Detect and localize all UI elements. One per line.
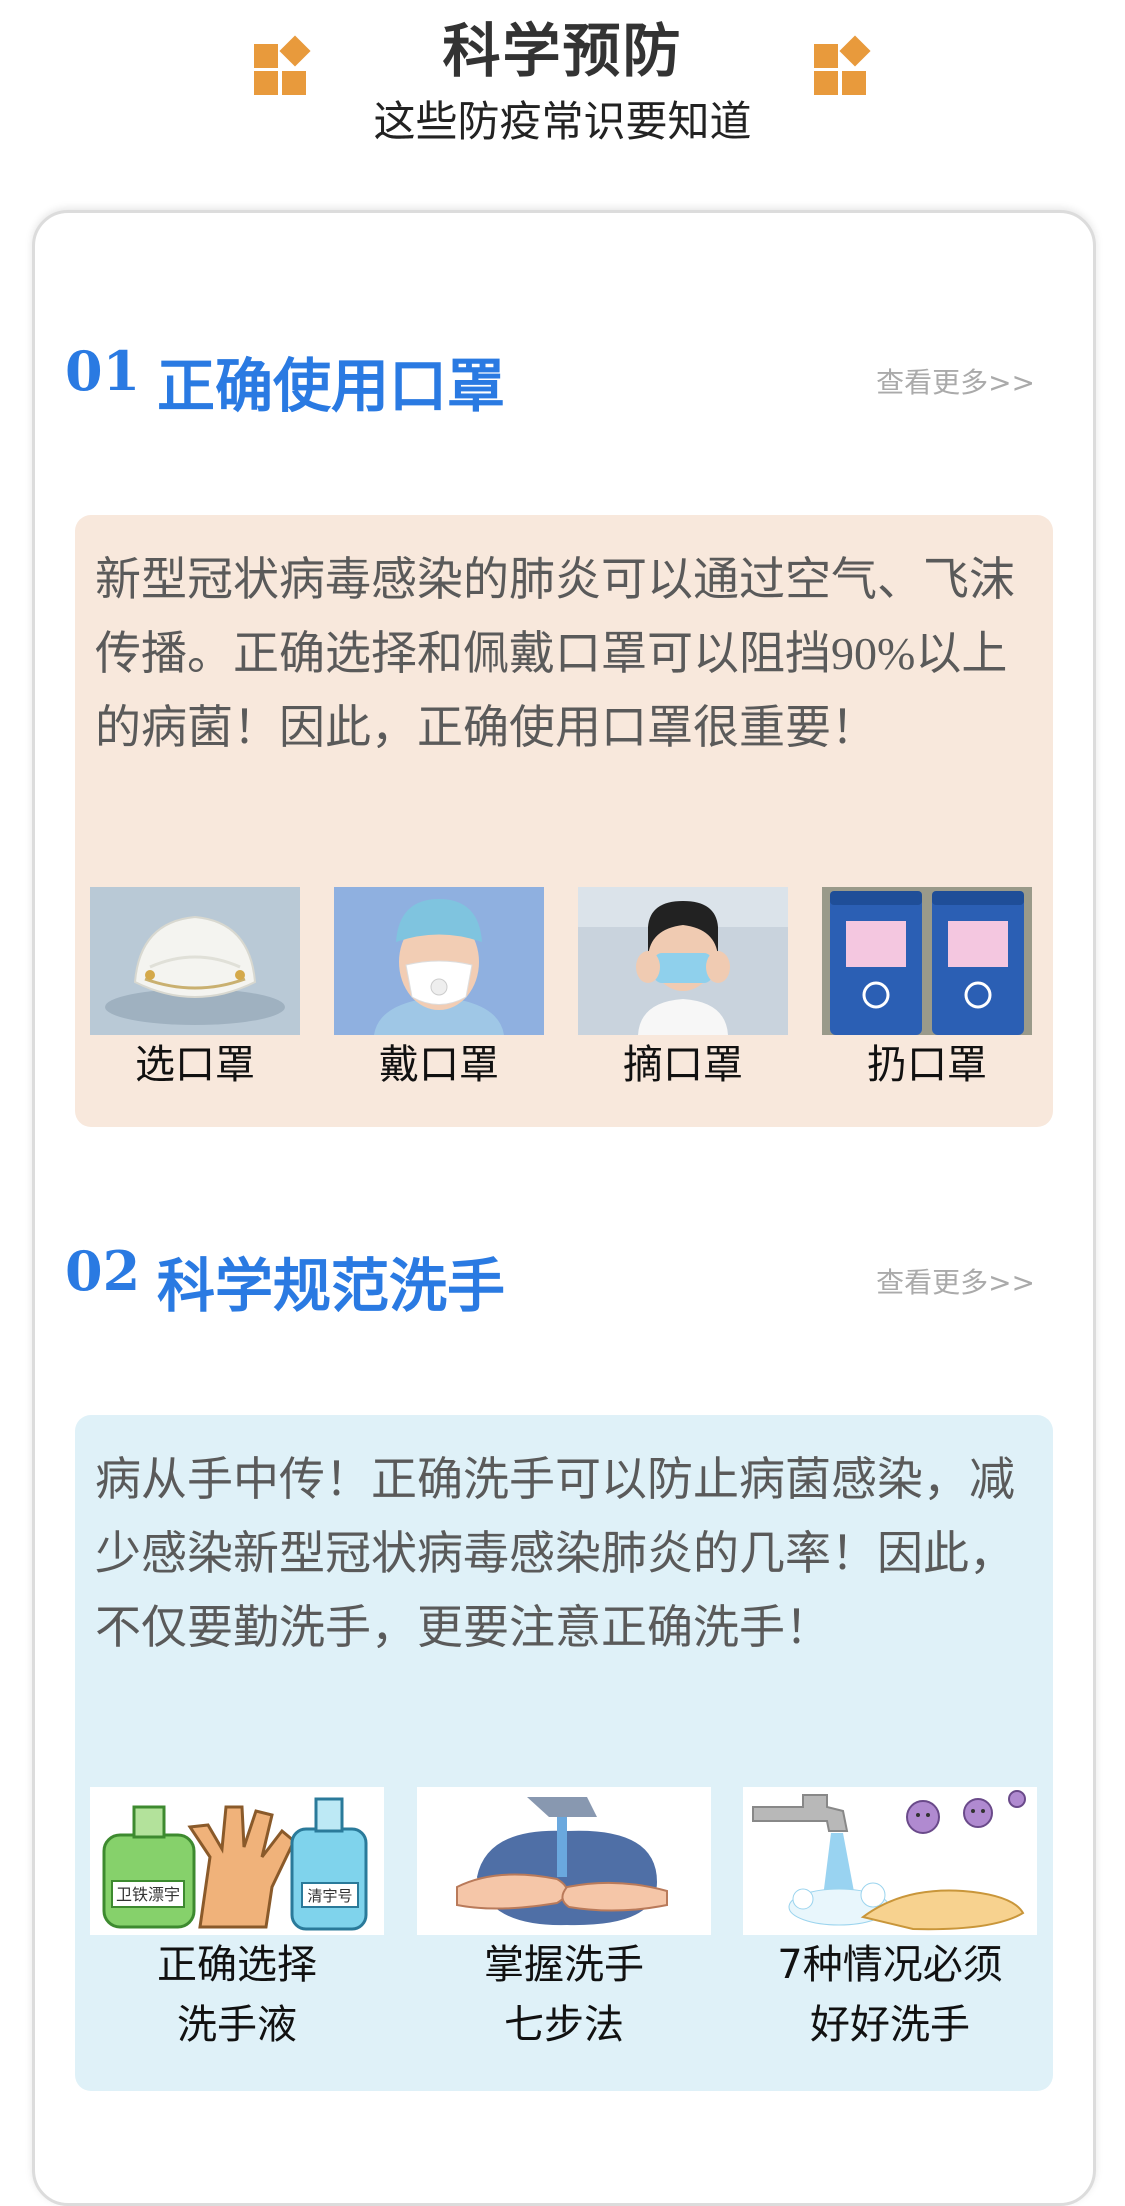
section-heading-handwash: 02 科学规范洗手 查看更多>> (35, 1231, 1093, 1320)
mask-item-remove[interactable]: 摘口罩 (578, 887, 788, 1095)
mask-item-choose[interactable]: 选口罩 (90, 887, 300, 1095)
section-description: 病从手中传！正确洗手可以防止病菌感染，减少感染新型冠状病毒感染肺炎的几率！因此，… (95, 1454, 1015, 1653)
page-subtitle: 这些防疫常识要知道 (373, 97, 752, 146)
mask-item-dispose[interactable]: 扔口罩 (822, 887, 1032, 1095)
hand-sanitizer-illustration-icon: 卫铁漂宇 清宇号 (90, 1787, 384, 1935)
item-label-line2: 洗手液 (177, 2002, 297, 2048)
item-label-line1: 掌握洗手 (484, 1942, 644, 1988)
item-label: 摘口罩 (623, 1042, 743, 1088)
item-label-line1: 正确选择 (157, 1942, 317, 1988)
mask-item-wear[interactable]: 戴口罩 (334, 887, 544, 1095)
section-heading-masks: 01 正确使用口罩 查看更多>> (35, 331, 1093, 420)
info-box-handwash: 病从手中传！正确洗手可以防止病菌感染，减少感染新型冠状病毒感染肺炎的几率！因此，… (75, 1415, 1053, 2091)
item-label-line2: 好好洗手 (810, 2002, 970, 2048)
handwash-item-seven-situations[interactable]: 7种情况必须 好好洗手 (743, 1787, 1037, 2055)
page-header: 科学预防 这些防疫常识要知道 (0, 0, 1125, 200)
page-title: 科学预防 (442, 17, 683, 85)
bottle-label: 清宇号 (307, 1887, 352, 1905)
section-title: 正确使用口罩 (157, 352, 506, 420)
section-description: 新型冠状病毒感染的肺炎可以通过空气、飞沫传播。正确选择和佩戴口罩可以阻挡90%以… (95, 554, 1015, 753)
bottle-label: 卫铁漂宇 (116, 1885, 180, 1904)
content-card: 01 正确使用口罩 查看更多>> 新型冠状病毒感染的肺炎可以通过空气、飞沫传播。… (32, 210, 1096, 2206)
item-label: 扔口罩 (867, 1042, 987, 1088)
section-number: 01 (65, 339, 141, 403)
item-label: 戴口罩 (379, 1042, 499, 1088)
item-label: 选口罩 (135, 1042, 255, 1088)
removing-mask-photo-icon (578, 887, 788, 1035)
n95-mask-photo-icon (90, 887, 300, 1035)
item-label-line2: 七步法 (504, 2002, 624, 2048)
nurse-wearing-mask-photo-icon (334, 887, 544, 1035)
view-more-link[interactable]: 查看更多>> (876, 1261, 1035, 1301)
blocks-decoration-icon (814, 35, 871, 95)
handwash-item-sanitizer[interactable]: 卫铁漂宇 清宇号 正确选择 洗手液 (90, 1787, 384, 2055)
handwash-item-seven-steps[interactable]: 掌握洗手 七步法 (417, 1787, 711, 2055)
washing-hands-illustration-icon (417, 1787, 711, 1935)
info-box-masks: 新型冠状病毒感染的肺炎可以通过空气、飞沫传播。正确选择和佩戴口罩可以阻挡90%以… (75, 515, 1053, 1127)
view-more-link[interactable]: 查看更多>> (876, 361, 1035, 401)
mask-disposal-bins-photo-icon (822, 887, 1032, 1035)
section-title: 科学规范洗手 (157, 1252, 506, 1320)
faucet-germs-illustration-icon (743, 1787, 1037, 1935)
item-label-line1: 7种情况必须 (777, 1942, 1003, 1988)
section-number: 02 (65, 1239, 141, 1303)
